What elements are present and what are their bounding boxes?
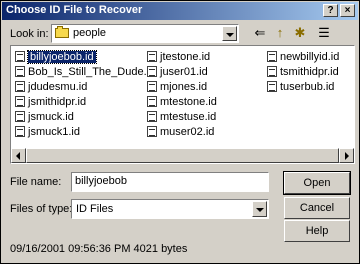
file-label: tsmithidpr.id bbox=[280, 66, 339, 78]
filetype-dropdown[interactable]: ID Files bbox=[71, 199, 269, 219]
lookin-label: Look in: bbox=[10, 28, 49, 40]
file-item[interactable]: mtestone.id bbox=[147, 95, 217, 110]
file-label: mtestuse.id bbox=[160, 111, 217, 123]
lookin-dropdown[interactable]: people bbox=[51, 24, 239, 43]
file-icon bbox=[147, 66, 157, 77]
folder-icon bbox=[55, 26, 69, 39]
dialog-window: Choose ID File to Recover ? × Look in: p… bbox=[0, 0, 360, 264]
filename-label: File name: bbox=[10, 176, 62, 188]
file-label: jtestone.id bbox=[160, 51, 211, 63]
file-column-3: newbillyid.id tsmithidpr.id tuserbub.id bbox=[267, 50, 339, 95]
file-icon bbox=[267, 81, 277, 92]
file-item[interactable]: mjones.id bbox=[147, 80, 217, 95]
title-bar[interactable]: Choose ID File to Recover ? × bbox=[2, 2, 358, 20]
filename-field[interactable]: billyjoebob bbox=[71, 172, 269, 192]
file-item[interactable]: billyjoebob.id bbox=[15, 50, 155, 65]
file-icon bbox=[15, 81, 25, 92]
file-item[interactable]: mtestuse.id bbox=[147, 110, 217, 125]
file-icon bbox=[147, 96, 157, 107]
file-label: juser01.id bbox=[160, 66, 208, 78]
close-button[interactable]: × bbox=[340, 4, 355, 17]
up-folder-icon[interactable]: ↑ bbox=[271, 24, 289, 42]
file-icon bbox=[15, 126, 25, 137]
file-icon bbox=[147, 51, 157, 62]
file-icon bbox=[15, 66, 25, 77]
file-item[interactable]: muser02.id bbox=[147, 125, 217, 140]
chevron-down-icon[interactable] bbox=[252, 201, 267, 217]
cancel-button[interactable]: Cancel bbox=[284, 197, 350, 219]
file-icon bbox=[15, 51, 25, 62]
file-label: jdudesmu.id bbox=[28, 81, 88, 93]
file-label: mjones.id bbox=[160, 81, 208, 93]
status-text: 09/16/2001 09:56:36 PM 4021 bytes bbox=[10, 243, 188, 255]
file-label: newbillyid.id bbox=[280, 51, 340, 63]
window-title: Choose ID File to Recover bbox=[6, 4, 143, 16]
file-list[interactable]: billyjoebob.id Bob_Is_Still_The_Dude.id … bbox=[10, 45, 355, 164]
horizontal-scrollbar[interactable] bbox=[11, 148, 354, 163]
file-icon bbox=[15, 96, 25, 107]
view-menu-icon[interactable]: ☰ bbox=[311, 24, 337, 42]
file-item[interactable]: jsmuck.id bbox=[15, 110, 155, 125]
file-icon bbox=[147, 126, 157, 137]
file-item[interactable]: tuserbub.id bbox=[267, 80, 339, 95]
filetype-label: Files of type: bbox=[10, 203, 73, 215]
help-title-button[interactable]: ? bbox=[323, 4, 338, 17]
file-item[interactable]: jdudesmu.id bbox=[15, 80, 155, 95]
chevron-down-icon[interactable] bbox=[222, 26, 237, 41]
file-item[interactable]: newbillyid.id bbox=[267, 50, 339, 65]
scroll-thumb[interactable] bbox=[26, 148, 339, 163]
file-icon bbox=[267, 66, 277, 77]
file-item[interactable]: jsmuck1.id bbox=[15, 125, 155, 140]
back-icon[interactable]: ⇐ bbox=[251, 24, 269, 42]
scroll-right-icon[interactable] bbox=[339, 148, 354, 163]
file-item[interactable]: Bob_Is_Still_The_Dude.id bbox=[15, 65, 155, 80]
file-icon bbox=[267, 51, 277, 62]
file-column-2: jtestone.id juser01.id mjones.id mteston… bbox=[147, 50, 217, 140]
help-button[interactable]: Help bbox=[284, 220, 350, 242]
file-item[interactable]: tsmithidpr.id bbox=[267, 65, 339, 80]
file-label: muser02.id bbox=[160, 126, 215, 138]
file-item[interactable]: jtestone.id bbox=[147, 50, 217, 65]
file-label: billyjoebob.id bbox=[27, 50, 97, 64]
new-folder-icon[interactable]: ✱ bbox=[291, 24, 309, 42]
open-button[interactable]: Open bbox=[283, 171, 351, 195]
lookin-value: people bbox=[73, 27, 107, 39]
file-item[interactable]: juser01.id bbox=[147, 65, 217, 80]
file-column-1: billyjoebob.id Bob_Is_Still_The_Dude.id … bbox=[15, 50, 155, 140]
scroll-left-icon[interactable] bbox=[11, 148, 26, 163]
file-icon bbox=[147, 111, 157, 122]
file-icon bbox=[15, 111, 25, 122]
filetype-value: ID Files bbox=[76, 203, 114, 215]
file-item[interactable]: jsmithidpr.id bbox=[15, 95, 155, 110]
file-label: jsmuck.id bbox=[28, 111, 74, 123]
file-label: Bob_Is_Still_The_Dude.id bbox=[28, 66, 156, 78]
file-label: jsmithidpr.id bbox=[28, 96, 87, 108]
file-label: mtestone.id bbox=[160, 96, 217, 108]
file-label: jsmuck1.id bbox=[28, 126, 80, 138]
file-label: tuserbub.id bbox=[280, 81, 335, 93]
file-icon bbox=[147, 81, 157, 92]
